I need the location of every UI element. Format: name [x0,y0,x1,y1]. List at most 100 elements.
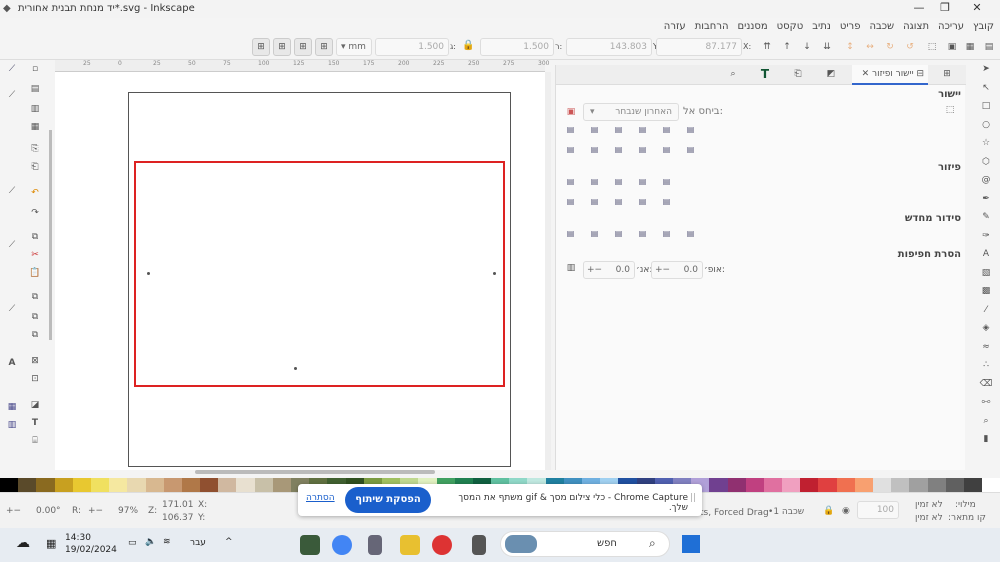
palette-swatch[interactable] [945,478,964,492]
palette-swatch[interactable] [836,478,855,492]
distribute-icon[interactable]: ▤ [636,197,649,210]
tab-fill-stroke-icon[interactable]: ◩ [824,69,838,83]
palette-swatch[interactable] [181,478,201,492]
group-icon[interactable]: ⊠ [28,356,42,370]
palette-swatch[interactable] [200,478,219,492]
export-icon[interactable]: ⎗ [28,162,42,176]
lock-icon[interactable]: 🔒 [462,40,474,51]
app-taskbar-icon[interactable] [472,535,486,555]
palette-swatch[interactable] [72,478,91,492]
distribute-icon[interactable]: ▤ [564,197,577,210]
snap-page-icon[interactable]: ▦ [5,402,19,416]
palette-swatch[interactable] [109,478,128,492]
align-icon[interactable]: ▤ [612,125,625,138]
palette-swatch[interactable] [236,478,255,492]
mesh-tool-icon[interactable]: ▩ [979,286,993,300]
gradient-tool-icon[interactable]: ▧ [979,268,993,282]
copy-icon[interactable]: ⧉ [28,232,42,246]
rearrange-icon[interactable]: ▤ [612,229,625,242]
palette-swatch[interactable] [782,478,801,492]
zoom-tool-icon[interactable]: ⌕ [979,416,993,430]
print-icon[interactable]: ▦ [28,122,42,136]
distribute-icon[interactable]: ▤ [588,177,601,190]
snap-path-icon[interactable]: ⟋ [5,240,19,254]
lower-bottom-icon[interactable]: ⇊ [820,42,834,56]
move-gradients-button[interactable]: ⊞ [294,38,312,56]
cut-icon[interactable]: ✂ [28,250,42,264]
palette-swatch[interactable] [18,478,37,492]
file-explorer-taskbar-icon[interactable] [400,535,420,555]
dropper-tool-icon[interactable]: ⁄ [979,305,993,319]
calligraphy-tool-icon[interactable]: ✑ [979,231,993,245]
palette-swatch[interactable] [163,478,182,492]
v-gap-field[interactable]: +− 0.0 [583,261,635,279]
horizontal-scrollbar[interactable] [195,470,435,474]
menu-layer[interactable]: שכבה [869,21,894,32]
rotation-stepper[interactable]: +− [6,506,21,516]
node-handle[interactable] [493,272,496,275]
undo-icon[interactable]: ↶ [28,188,42,202]
distribute-icon[interactable]: ▤ [660,177,673,190]
scale-corners-button[interactable]: ⊞ [273,38,291,56]
maximize-button[interactable]: ❐ [930,1,960,17]
volume-icon[interactable]: 🔈 [145,537,156,547]
stepper-icon[interactable]: +− [655,262,670,278]
snap-others-icon[interactable]: ⟋ [5,304,19,318]
palette-swatch[interactable] [800,478,819,492]
circle-tool-icon[interactable]: ○ [979,120,993,134]
move-selection-icon[interactable]: ▣ [564,107,578,121]
fill-stroke-icon[interactable]: ◪ [28,400,42,414]
tab-text-icon[interactable]: T [758,67,772,81]
layer-select[interactable]: •שכבה 1 [768,507,804,517]
select-all-layers-icon[interactable]: ▤ [982,42,996,56]
rearrange-icon[interactable]: ▤ [684,229,697,242]
x-field[interactable]: 87.177 [656,38,742,56]
distribute-icon[interactable]: ▤ [588,197,601,210]
menu-file[interactable]: קובץ [973,21,994,32]
snap-bbox-icon[interactable]: ⟋ [5,90,19,104]
palette-swatch[interactable] [145,478,164,492]
menu-help[interactable]: עזרה [664,21,686,32]
text-tool-icon[interactable]: A [979,249,993,263]
h-field[interactable]: 1.500 [375,38,449,56]
treat-as-group-icon[interactable]: ⬚ [943,105,957,119]
snap-text-icon[interactable]: A [5,358,19,372]
eraser-tool-icon[interactable]: ⌫ [979,379,993,393]
zoom-stepper[interactable]: +− [88,506,103,516]
inkscape-taskbar-icon[interactable] [300,535,320,555]
rotate-ccw-icon[interactable]: ↺ [903,42,917,56]
clock-time[interactable]: 14:30 [65,533,91,543]
palette-swatch[interactable] [909,478,928,492]
palette-swatch[interactable] [709,478,728,492]
snap-toggle-icon[interactable]: ⟋ [5,64,19,78]
connector-tool-icon[interactable]: ⧟ [979,397,993,411]
node-handle[interactable] [147,272,150,275]
tab-find-icon[interactable]: ⌕ [726,69,740,83]
opacity-field[interactable]: 100 [857,501,899,519]
distribute-icon[interactable]: ▤ [612,177,625,190]
flip-vertical-icon[interactable]: ↕ [843,42,857,56]
select-same-icon[interactable]: ▣ [945,42,959,56]
palette-swatch[interactable] [763,478,783,492]
rearrange-icon[interactable]: ▤ [660,229,673,242]
unlink-clone-icon[interactable]: ⧉ [28,330,42,344]
clock-date[interactable]: 19/02/2024 [65,545,117,555]
w-field[interactable]: 1.500 [480,38,554,56]
weather-app-icon[interactable]: ☁ [16,535,30,551]
palette-swatch[interactable] [54,478,73,492]
distribute-icon[interactable]: ▤ [636,177,649,190]
raise-icon[interactable]: ↑ [780,42,794,56]
selected-rectangle[interactable] [134,161,505,387]
chrome-taskbar-icon[interactable] [332,535,352,555]
snap-grid-icon[interactable]: ▥ [5,420,19,434]
ungroup-icon[interactable]: ⊡ [28,374,42,388]
paint-bucket-tool-icon[interactable]: ◈ [979,323,993,337]
align-icon[interactable]: ▤ [660,125,673,138]
measure-tool-icon[interactable]: ▮ [979,434,993,448]
lock-layer-icon[interactable]: 🔒 [823,506,834,516]
spray-tool-icon[interactable]: ∴ [979,360,993,374]
y-field[interactable]: 143.803 [566,38,652,56]
show-hidden-icons-chevron-icon[interactable]: ^ [225,537,233,547]
relative-to-select[interactable]: האחרון שנבחר ▾ [583,103,679,121]
palette-swatch[interactable] [927,478,946,492]
